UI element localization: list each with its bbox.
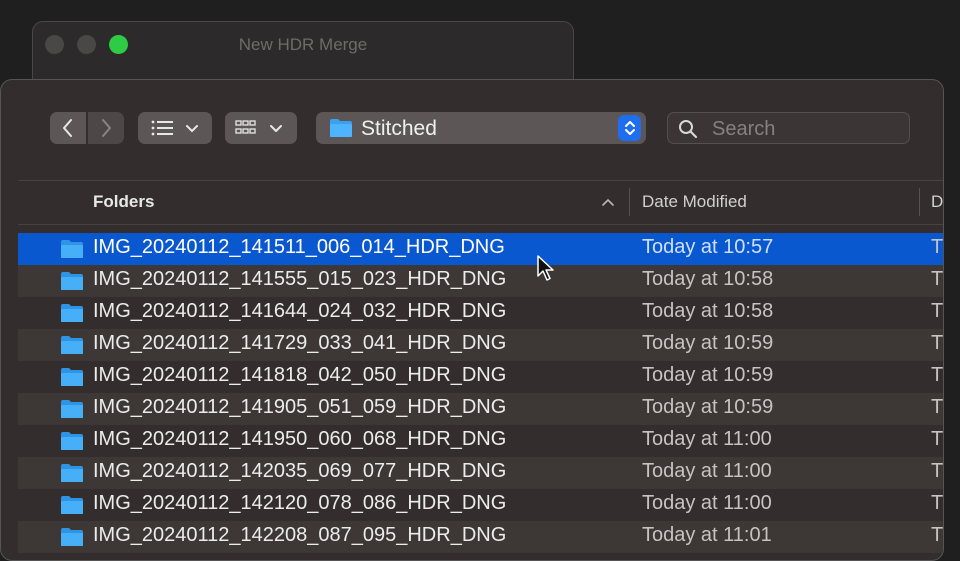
item-name: IMG_20240112_141818_042_050_HDR_DNG [93, 364, 507, 386]
file-list: IMG_20240112_141511_006_014_HDR_DNG Today… [18, 233, 943, 553]
item-name: IMG_20240112_141905_051_059_HDR_DNG [93, 396, 507, 418]
popup-stepper[interactable] [618, 115, 641, 141]
item-date-modified: Today at 10:59 [642, 396, 774, 418]
item-name: IMG_20240112_142120_078_086_HDR_DNG [93, 492, 507, 514]
folder-icon [61, 528, 83, 546]
item-third-column: T [931, 236, 944, 258]
list-item[interactable]: IMG_20240112_141950_060_068_HDR_DNG Today… [18, 425, 943, 457]
item-third-column: T [931, 300, 944, 322]
folder-icon [61, 240, 83, 258]
item-third-column: T [931, 428, 944, 450]
item-third-column: T [931, 268, 944, 290]
item-name: IMG_20240112_141511_006_014_HDR_DNG [93, 236, 505, 258]
window-title: New HDR Merge [238, 35, 368, 54]
column-folders[interactable]: Folders [93, 192, 154, 212]
item-date-modified: Today at 11:00 [642, 460, 772, 482]
item-third-column: T [931, 460, 944, 482]
list-item[interactable]: IMG_20240112_141644_024_032_HDR_DNG Today… [18, 297, 943, 329]
folder-icon [61, 272, 83, 290]
location-popup[interactable]: Stitched [316, 112, 646, 144]
item-date-modified: Today at 10:59 [642, 364, 774, 386]
item-name: IMG_20240112_141644_024_032_HDR_DNG [93, 300, 507, 322]
item-name: IMG_20240112_142208_087_095_HDR_DNG [93, 524, 507, 546]
search-field[interactable] [667, 112, 910, 144]
folder-icon [61, 336, 83, 354]
chevron-right-icon [102, 119, 111, 137]
open-dialog: Stitched Folders Date Modified D IMG_202… [0, 79, 944, 561]
folder-icon [61, 496, 83, 514]
column-header: Folders Date Modified D [18, 180, 943, 225]
item-date-modified: Today at 10:59 [642, 332, 774, 354]
item-date-modified: Today at 10:58 [642, 268, 774, 290]
list-view-button[interactable] [138, 112, 212, 144]
list-icon [151, 120, 198, 136]
item-third-column: T [931, 396, 944, 418]
column-divider[interactable] [629, 188, 630, 216]
folder-icon [330, 119, 352, 137]
folder-icon [61, 400, 83, 418]
item-name: IMG_20240112_141555_015_023_HDR_DNG [93, 268, 507, 290]
chevron-down-icon [186, 125, 198, 132]
chevron-left-icon [63, 119, 72, 137]
group-view-button[interactable] [225, 112, 297, 144]
column-date-modified[interactable]: Date Modified [642, 192, 747, 212]
item-name: IMG_20240112_141729_033_041_HDR_DNG [93, 332, 507, 354]
list-item[interactable]: IMG_20240112_141818_042_050_HDR_DNG Today… [18, 361, 943, 393]
toolbar: Stitched [1, 80, 943, 180]
column-third[interactable]: D [931, 192, 943, 212]
item-date-modified: Today at 11:01 [642, 524, 772, 546]
folder-icon [61, 464, 83, 482]
item-date-modified: Today at 11:00 [642, 428, 772, 450]
sort-ascending-icon[interactable] [601, 197, 615, 207]
item-third-column: T [931, 332, 944, 354]
item-date-modified: Today at 10:58 [642, 300, 774, 322]
item-name: IMG_20240112_142035_069_077_HDR_DNG [93, 460, 507, 482]
column-divider[interactable] [919, 188, 920, 216]
item-date-modified: Today at 10:57 [642, 236, 774, 258]
item-name: IMG_20240112_141950_060_068_HDR_DNG [93, 428, 507, 450]
forward-button[interactable] [88, 112, 124, 144]
list-item[interactable]: IMG_20240112_142035_069_077_HDR_DNG Today… [18, 457, 943, 489]
item-third-column: T [931, 524, 944, 546]
list-item[interactable]: IMG_20240112_142208_087_095_HDR_DNG Today… [18, 521, 943, 553]
search-input[interactable] [710, 116, 904, 142]
location-label: Stitched [361, 117, 437, 140]
folder-icon [61, 368, 83, 386]
back-button[interactable] [50, 112, 86, 144]
search-icon [679, 120, 698, 139]
folder-icon [61, 304, 83, 322]
item-date-modified: Today at 11:00 [642, 492, 772, 514]
list-item[interactable]: IMG_20240112_141729_033_041_HDR_DNG Today… [18, 329, 943, 361]
list-item[interactable]: IMG_20240112_141905_051_059_HDR_DNG Today… [18, 393, 943, 425]
list-item[interactable]: IMG_20240112_142120_078_086_HDR_DNG Today… [18, 489, 943, 521]
grid-icon [235, 120, 282, 134]
chevron-updown-icon [624, 121, 635, 135]
chevron-down-icon [270, 125, 282, 132]
item-third-column: T [931, 492, 944, 514]
list-item[interactable]: IMG_20240112_141555_015_023_HDR_DNG Today… [18, 265, 943, 297]
list-item[interactable]: IMG_20240112_141511_006_014_HDR_DNG Today… [18, 233, 943, 265]
folder-icon [61, 432, 83, 450]
item-third-column: T [931, 364, 944, 386]
mouse-cursor-icon [537, 255, 554, 281]
